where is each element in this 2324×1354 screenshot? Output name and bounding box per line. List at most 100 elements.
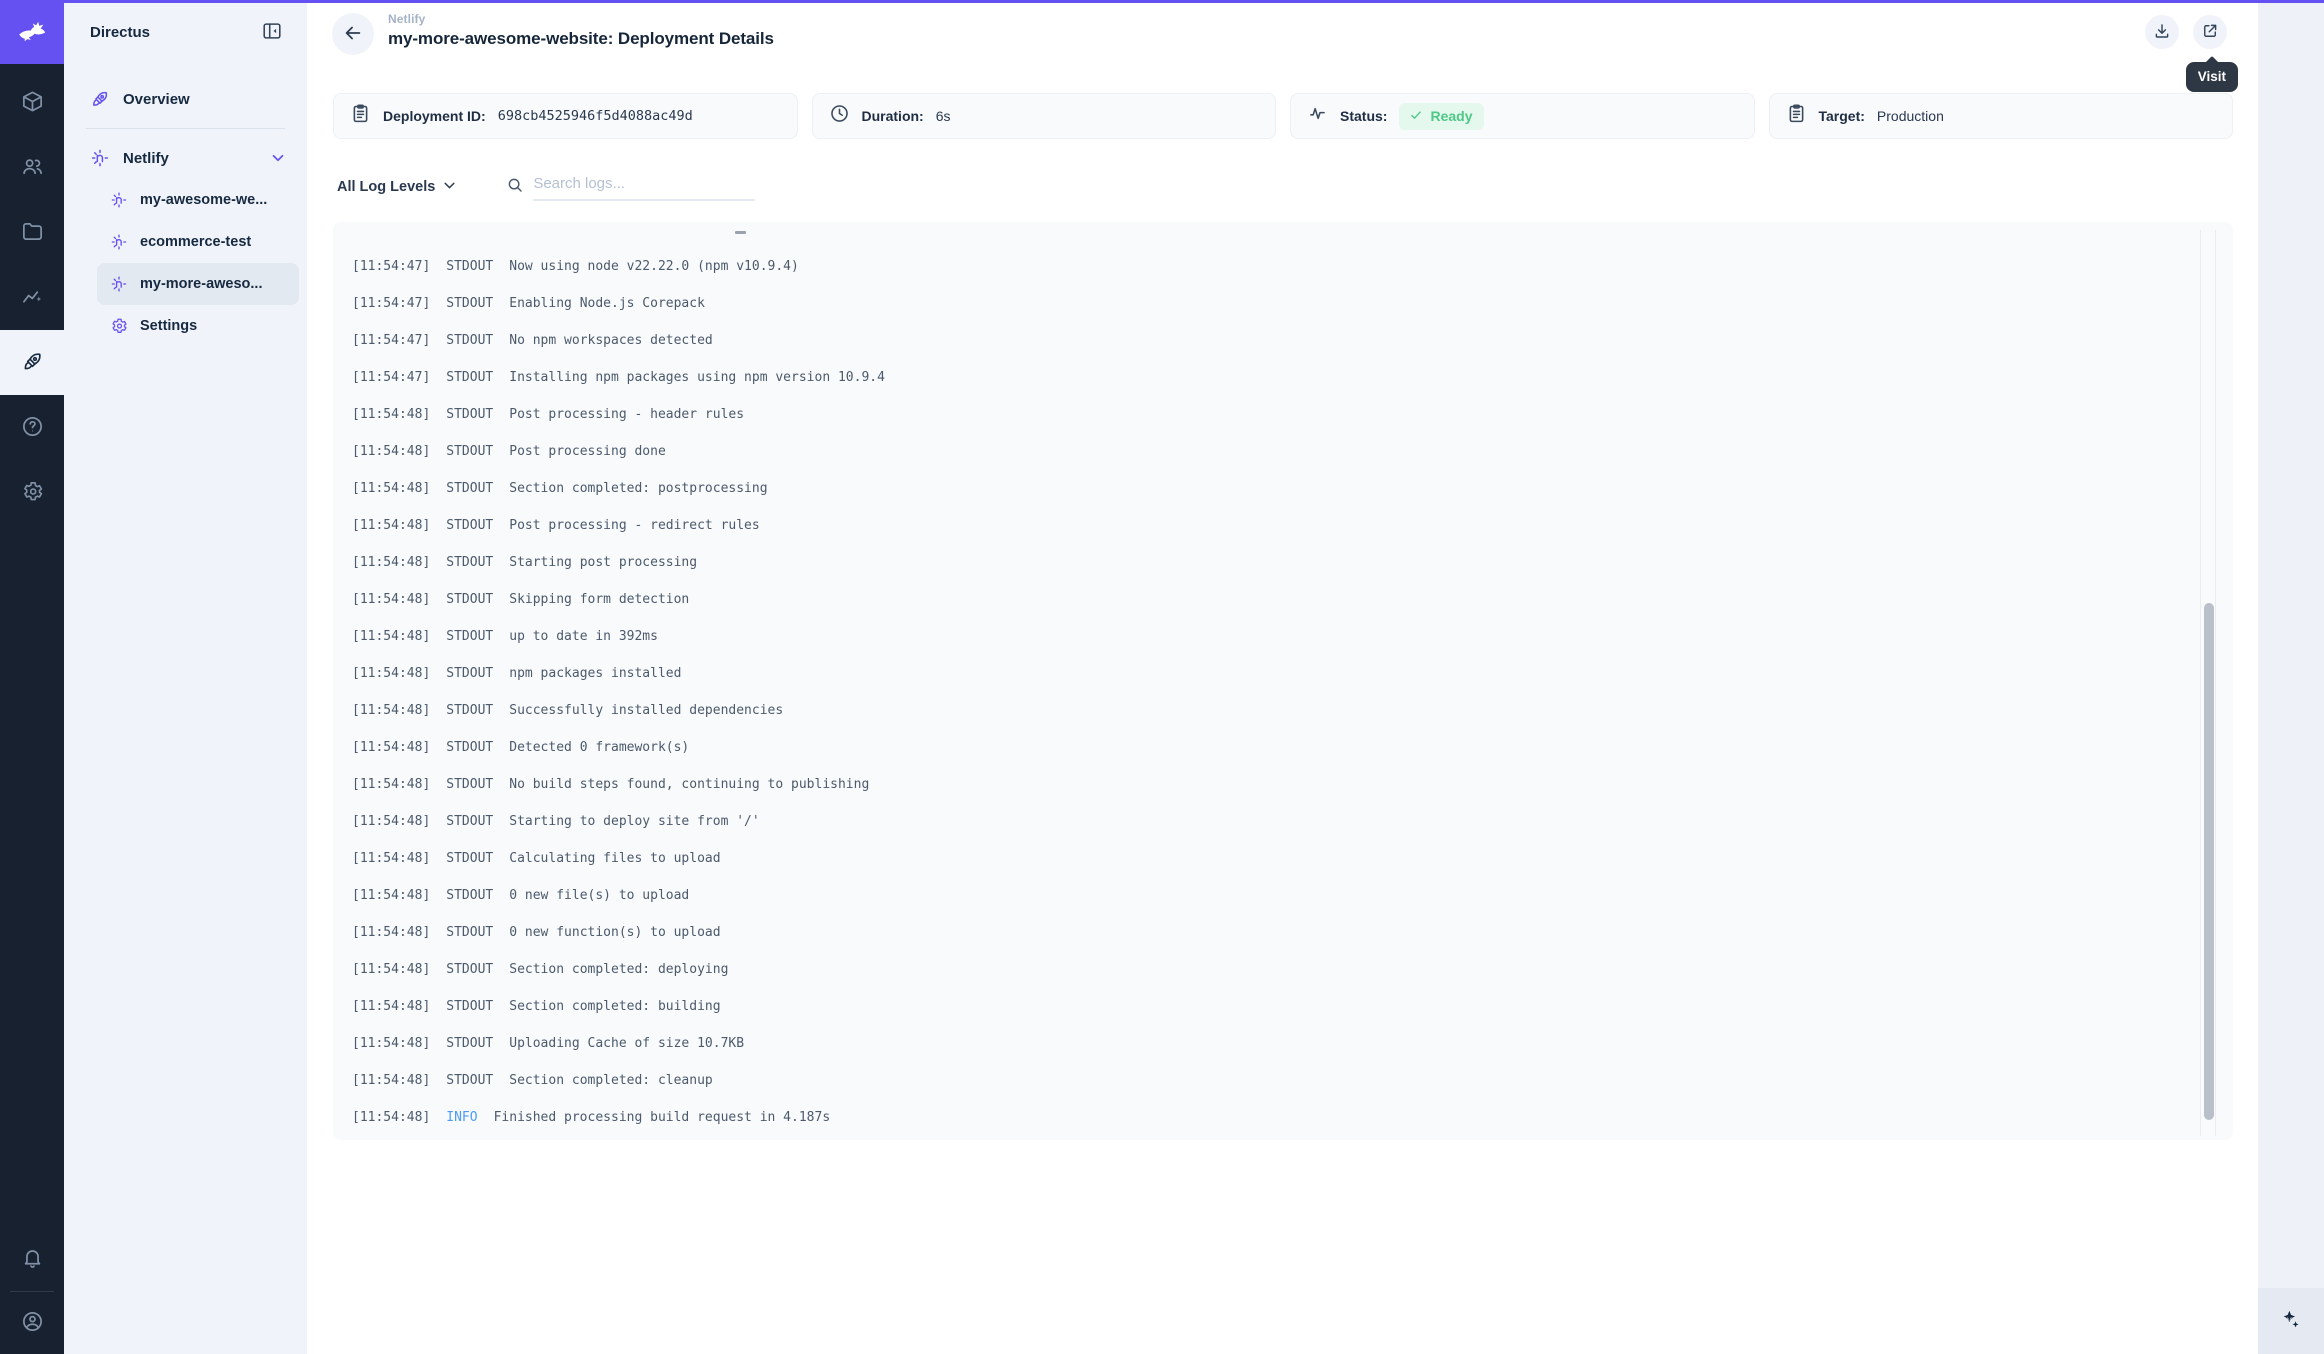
rocket-icon: [21, 350, 44, 376]
log-message: Successfully installed dependencies: [509, 703, 783, 718]
log-level: STDOUT: [446, 629, 493, 644]
page-heading: Netlify my-more-awesome-website: Deploym…: [388, 12, 774, 49]
log-level: STDOUT: [446, 333, 493, 348]
log-message: Calculating files to upload: [509, 851, 720, 866]
log-output-panel: [11:54:47] STDOUT Now using node v22.22.0 …: [333, 222, 2233, 1140]
log-timestamp: [11:54:47]: [352, 259, 430, 274]
notifications-button[interactable]: [0, 1229, 64, 1291]
log-line: [11:54:47]STDOUTNo npm workspaces detect…: [352, 322, 2173, 359]
sparkles-icon: [2278, 1307, 2304, 1336]
gear-icon: [110, 317, 128, 335]
log-scrollbar-thumb[interactable]: [2204, 603, 2214, 1120]
download-logs-button[interactable]: [2145, 15, 2179, 49]
directus-logo[interactable]: [0, 0, 64, 64]
log-line: [11:54:48]STDOUT0 new file(s) to upload: [352, 877, 2173, 914]
netlify-burst-icon: [110, 191, 128, 209]
module-nav: [0, 70, 64, 525]
deployment-id-value: 698cb4525946f5d4088ac49d: [498, 108, 693, 124]
duration-value: 6s: [936, 108, 951, 124]
module-bar: [0, 0, 64, 1354]
module-files-button[interactable]: [0, 200, 64, 265]
app-root: Directus Overview Netlify my-awesome-we.…: [0, 0, 2324, 1354]
collapse-sidebar-button[interactable]: [259, 19, 285, 45]
module-users-button[interactable]: [0, 135, 64, 200]
log-message: Detected 0 framework(s): [509, 740, 689, 755]
log-message: Skipping form detection: [509, 592, 689, 607]
log-level: STDOUT: [446, 703, 493, 718]
log-level: STDOUT: [446, 259, 493, 274]
log-line: [11:54:48]STDOUTnpm packages installed: [352, 655, 2173, 692]
check-icon: [1409, 108, 1423, 125]
log-line: [11:54:48]STDOUTCalculating files to upl…: [352, 840, 2173, 877]
log-level-filter[interactable]: All Log Levels: [337, 177, 458, 198]
log-line: [11:54:48]STDOUTSuccessfully installed d…: [352, 692, 2173, 729]
module-insights-button[interactable]: [0, 265, 64, 330]
log-timestamp: [11:54:48]: [352, 962, 430, 977]
download-icon: [2153, 22, 2171, 43]
log-line: [11:54:48]STDOUTUploading Cache of size …: [352, 1025, 2173, 1062]
user-menu-button[interactable]: [0, 1292, 64, 1354]
gear-icon: [21, 480, 44, 506]
activity-pulse-icon: [1307, 103, 1328, 129]
chevron-down-icon: [441, 177, 458, 198]
search-input[interactable]: [533, 173, 755, 201]
log-timestamp: [11:54:47]: [352, 333, 430, 348]
module-netlify-extension-button[interactable]: [0, 330, 64, 395]
log-level: STDOUT: [446, 999, 493, 1014]
ai-assistant-button[interactable]: [2258, 1288, 2324, 1354]
log-level-filter-label: All Log Levels: [337, 179, 435, 195]
project-title: Directus: [90, 24, 259, 41]
log-line: [11:54:48]STDOUT0 new function(s) to upl…: [352, 914, 2173, 951]
clipboard-icon: [350, 103, 371, 129]
insights-icon: [21, 285, 44, 311]
right-sidebar-strip[interactable]: [2258, 0, 2324, 1354]
sidebar-item-my-awesome-website[interactable]: my-awesome-we...: [97, 179, 299, 221]
log-message: Now using node v22.22.0 (npm v10.9.4): [509, 259, 799, 274]
log-timestamp: [11:54:48]: [352, 851, 430, 866]
log-timestamp: [11:54:48]: [352, 481, 430, 496]
sidebar-item-overview[interactable]: Overview: [64, 78, 307, 120]
sidebar-item-settings[interactable]: Settings: [97, 305, 299, 347]
deployment-info-cards: Deployment ID: 698cb4525946f5d4088ac49d …: [333, 93, 2233, 139]
log-level: STDOUT: [446, 1073, 493, 1088]
card-label: Target:: [1819, 108, 1865, 124]
main-content: Netlify my-more-awesome-website: Deploym…: [307, 0, 2258, 1354]
log-line: [11:54:48]INFOFinished processing build …: [352, 1099, 2173, 1136]
log-level: STDOUT: [446, 777, 493, 792]
log-line: [11:54:48]STDOUTSection completed: build…: [352, 988, 2173, 1025]
sidebar-item-my-more-awesome-website[interactable]: my-more-aweso...: [97, 263, 299, 305]
log-message: Installing npm packages using npm versio…: [509, 370, 885, 385]
log-level: STDOUT: [446, 481, 493, 496]
netlify-burst-icon: [90, 148, 110, 168]
card-label: Duration:: [862, 108, 924, 124]
sidebar-item-ecommerce-test[interactable]: ecommerce-test: [97, 221, 299, 263]
log-timestamp: [11:54:48]: [352, 888, 430, 903]
log-timestamp: [11:54:48]: [352, 629, 430, 644]
log-timestamp: [11:54:47]: [352, 296, 430, 311]
user-circle-icon: [21, 1310, 44, 1336]
log-level: STDOUT: [446, 925, 493, 940]
card-label: Status:: [1340, 108, 1387, 124]
header-actions: [2145, 15, 2227, 49]
module-content-button[interactable]: [0, 70, 64, 135]
collapse-panel-icon: [261, 20, 283, 45]
log-message: No build steps found, continuing to publ…: [509, 777, 869, 792]
log-timestamp: [11:54:48]: [352, 999, 430, 1014]
external-link-icon: [2201, 22, 2219, 43]
module-help-button[interactable]: [0, 395, 64, 460]
module-settings-button[interactable]: [0, 460, 64, 525]
back-button[interactable]: [332, 13, 374, 55]
log-timestamp: [11:54:48]: [352, 518, 430, 533]
clipped-log-line: [735, 231, 746, 234]
breadcrumb: Netlify: [388, 12, 774, 26]
log-message: Section completed: deploying: [509, 962, 728, 977]
log-line: [11:54:48]STDOUTup to date in 392ms: [352, 618, 2173, 655]
sidebar-item-netlify[interactable]: Netlify: [64, 137, 307, 179]
visit-site-button[interactable]: [2193, 15, 2227, 49]
log-scrollbar-track[interactable]: [2200, 230, 2216, 1136]
log-level: STDOUT: [446, 888, 493, 903]
duration-card: Duration: 6s: [812, 93, 1277, 139]
log-line: [11:54:48]STDOUTSkipping form detection: [352, 581, 2173, 618]
deployment-id-card: Deployment ID: 698cb4525946f5d4088ac49d: [333, 93, 798, 139]
log-timestamp: [11:54:48]: [352, 925, 430, 940]
